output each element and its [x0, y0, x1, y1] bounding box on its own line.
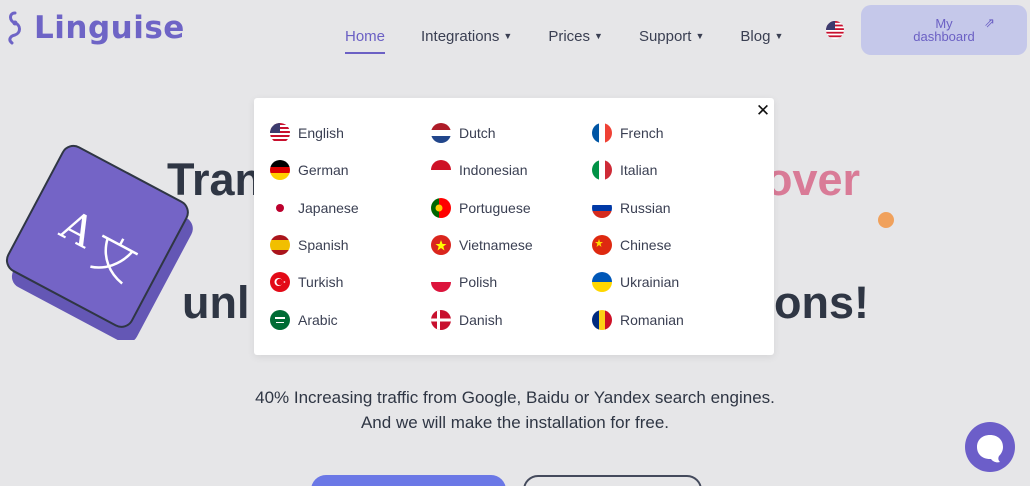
language-label: Japanese: [298, 200, 359, 216]
pt-flag-icon: [431, 198, 451, 218]
tr-flag-icon: [270, 272, 290, 292]
language-label: Italian: [620, 162, 658, 178]
external-link-icon: ⇗: [984, 15, 995, 30]
language-option-arabic[interactable]: Arabic: [270, 308, 338, 332]
language-label: Turkish: [298, 274, 344, 290]
language-option-chinese[interactable]: Chinese: [592, 233, 671, 257]
language-label: Polish: [459, 274, 498, 290]
language-label: Indonesian: [459, 162, 528, 178]
language-option-italian[interactable]: Italian: [592, 158, 657, 182]
language-label: English: [298, 125, 344, 141]
language-label: Portuguese: [459, 200, 531, 216]
nav-label: Home: [345, 27, 386, 45]
vn-flag-icon: [431, 235, 451, 255]
fr-flag-icon: [592, 123, 612, 143]
de-flag-icon: [270, 160, 290, 180]
main-nav: Home Integrations ▼ Prices ▼ Support ▼ B…: [345, 20, 819, 54]
hero-title-part: Tran: [167, 154, 263, 205]
language-option-russian[interactable]: Russian: [592, 196, 671, 220]
language-modal: ✕ English Dutch French German Indonesian Ital…: [254, 98, 774, 355]
nav-label: Support: [638, 27, 692, 45]
nav-home[interactable]: Home: [345, 20, 386, 54]
us-flag-icon[interactable]: [826, 21, 844, 39]
language-option-vietnamese[interactable]: Vietnamese: [431, 233, 533, 257]
id-flag-icon: [431, 160, 451, 180]
pl-flag-icon: [431, 272, 451, 292]
primary-cta-button[interactable]: [311, 475, 506, 486]
language-option-japanese[interactable]: Japanese: [270, 196, 359, 220]
language-option-dutch[interactable]: Dutch: [431, 121, 496, 145]
dashboard-label-line2: dashboard: [913, 29, 975, 44]
brand-name: Linguise: [34, 10, 185, 46]
nav-support[interactable]: Support ▼: [639, 20, 704, 52]
language-option-indonesian[interactable]: Indonesian: [431, 158, 528, 182]
sa-flag-icon: [270, 310, 290, 330]
language-option-danish[interactable]: Danish: [431, 308, 503, 332]
chat-icon: [977, 435, 1003, 463]
decorative-dot: [878, 212, 894, 228]
ru-flag-icon: [592, 198, 612, 218]
language-option-portuguese[interactable]: Portuguese: [431, 196, 531, 220]
ua-flag-icon: [592, 272, 612, 292]
nav-prices[interactable]: Prices ▼: [548, 20, 603, 52]
language-label: Vietnamese: [459, 237, 533, 253]
it-flag-icon: [592, 160, 612, 180]
hero-title-part: over: [765, 154, 861, 205]
my-dashboard-button[interactable]: My dashboard ⇗: [861, 5, 1027, 55]
language-label: Chinese: [620, 237, 672, 253]
logo-icon: [8, 11, 21, 45]
us-flag-icon: [270, 123, 290, 143]
language-option-german[interactable]: German: [270, 158, 349, 182]
language-label: French: [620, 125, 664, 141]
nav-integrations[interactable]: Integrations ▼: [421, 20, 512, 52]
chat-button[interactable]: [965, 422, 1015, 472]
language-option-french[interactable]: French: [592, 121, 664, 145]
nav-blog[interactable]: Blog ▼: [740, 20, 783, 52]
hero-title-part: unl: [182, 277, 250, 328]
language-label: Spanish: [298, 237, 349, 253]
cn-flag-icon: [592, 235, 612, 255]
chevron-down-icon: ▼: [594, 31, 603, 41]
language-option-english[interactable]: English: [270, 121, 344, 145]
hero-subtitle-line1: 40% Increasing traffic from Google, Baid…: [255, 388, 775, 407]
logo[interactable]: Linguise: [4, 10, 185, 46]
language-label: Arabic: [298, 312, 338, 328]
language-label: Dutch: [459, 125, 496, 141]
nav-label: Blog: [740, 27, 771, 45]
language-option-polish[interactable]: Polish: [431, 270, 497, 294]
close-icon[interactable]: ✕: [755, 102, 771, 120]
language-label: Russian: [620, 200, 671, 216]
language-option-romanian[interactable]: Romanian: [592, 308, 684, 332]
language-option-turkish[interactable]: Turkish: [270, 270, 343, 294]
language-option-spanish[interactable]: Spanish: [270, 233, 349, 257]
language-label: German: [298, 162, 349, 178]
language-label: Ukrainian: [620, 274, 680, 290]
hero-title-part: ons!: [774, 277, 869, 328]
jp-flag-icon: [270, 198, 290, 218]
language-label: Romanian: [620, 312, 684, 328]
hero-subtitle-line2: And we will make the installation for fr…: [360, 413, 670, 432]
language-option-ukrainian[interactable]: Ukrainian: [592, 270, 679, 294]
secondary-cta-button[interactable]: [523, 475, 702, 486]
chevron-down-icon: ▼: [695, 31, 705, 41]
ro-flag-icon: [592, 310, 612, 330]
nav-label: Integrations: [421, 27, 500, 45]
dk-flag-icon: [431, 310, 451, 330]
chevron-down-icon: ▼: [503, 31, 513, 41]
site-header: Linguise Home Integrations ▼ Prices ▼ Su…: [0, 0, 1030, 58]
nav-label: Prices: [548, 27, 591, 45]
nl-flag-icon: [431, 123, 451, 143]
es-flag-icon: [270, 235, 290, 255]
language-label: Danish: [459, 312, 503, 328]
chevron-down-icon: ▼: [774, 31, 784, 41]
